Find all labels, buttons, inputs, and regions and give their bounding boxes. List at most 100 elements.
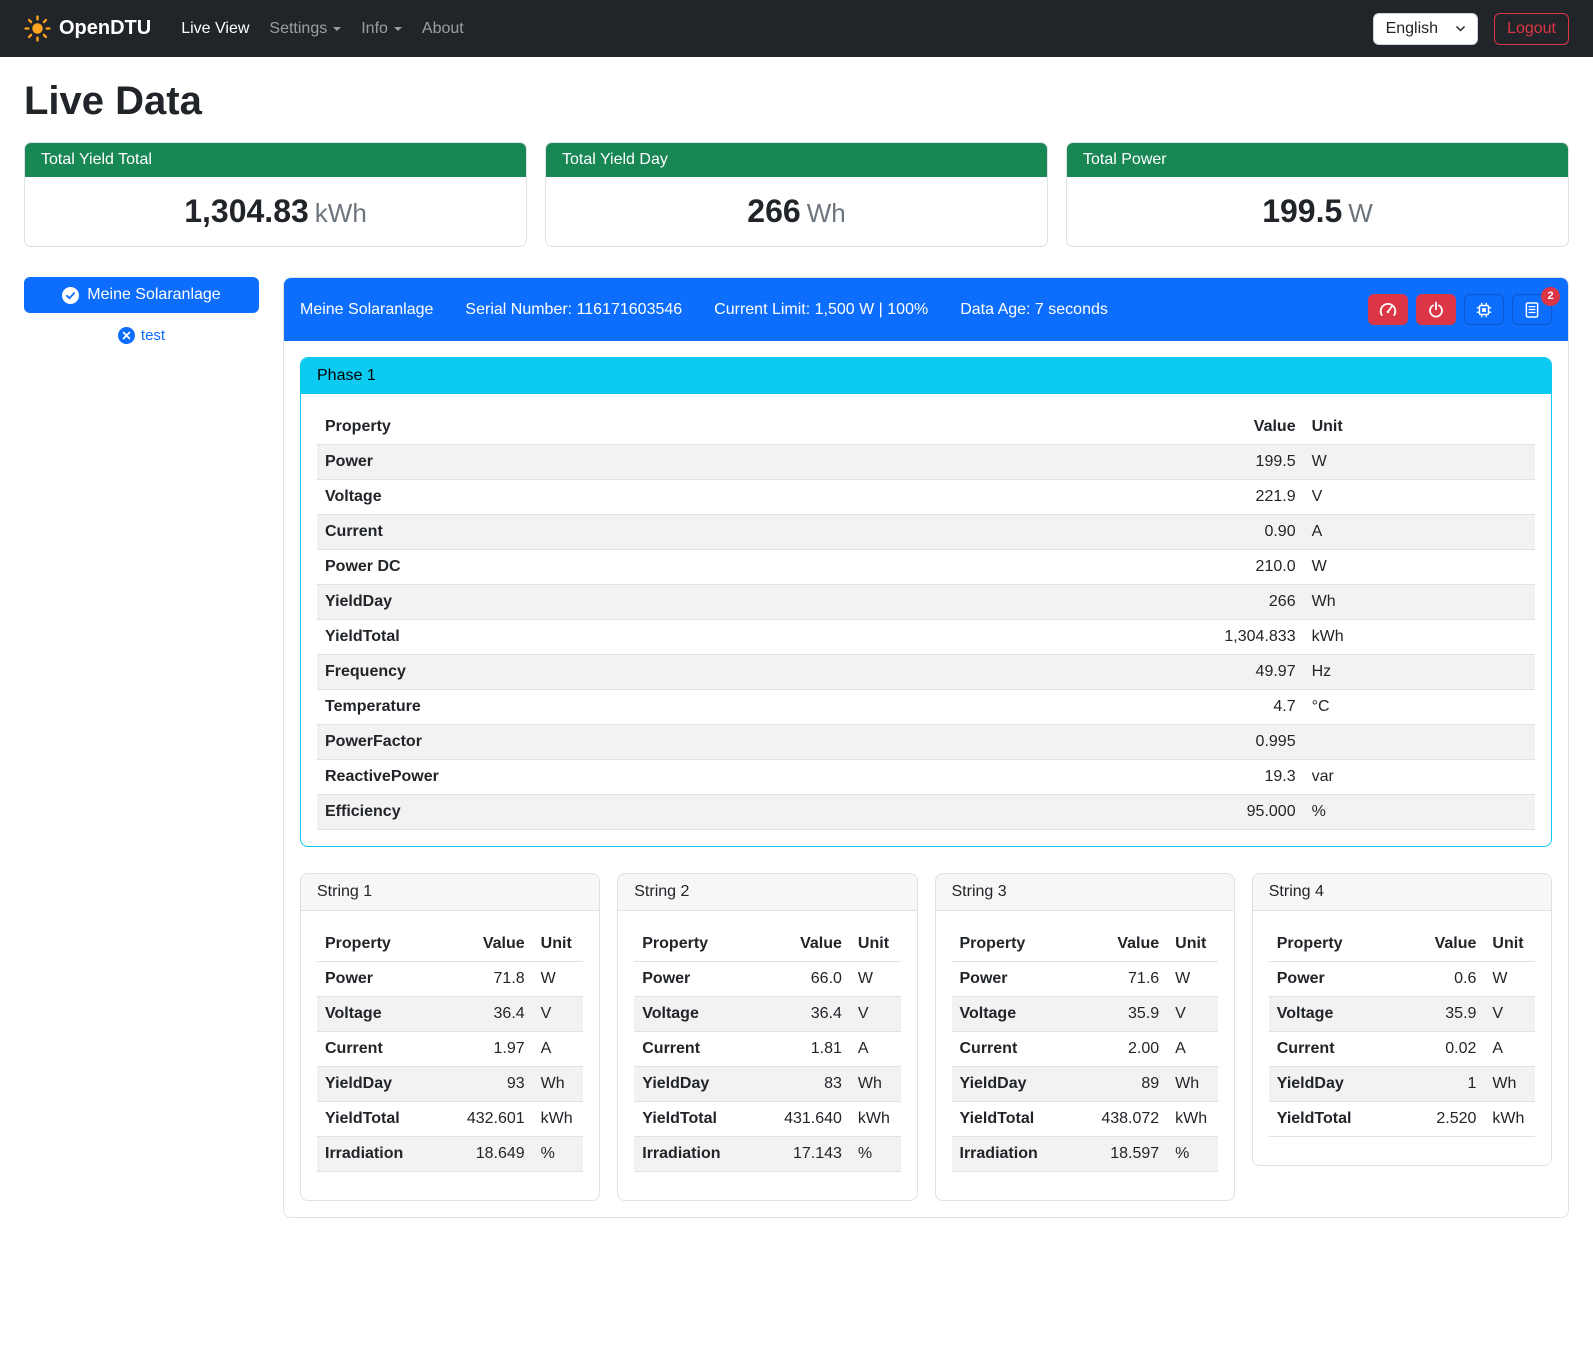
table-row: Voltage36.4V bbox=[317, 997, 583, 1032]
page-container: Live Data Total Yield Total 1,304.83kWh … bbox=[0, 79, 1593, 1218]
summary-card-total-yield-day: Total Yield Day 266Wh bbox=[545, 142, 1048, 247]
summary-card-title: Total Yield Total bbox=[25, 143, 526, 177]
unit-cell: W bbox=[1304, 445, 1535, 480]
string-table: PropertyValueUnitPower71.8WVoltage36.4VC… bbox=[317, 927, 583, 1172]
table-row: Irradiation18.597% bbox=[952, 1137, 1218, 1172]
check-circle-icon bbox=[62, 287, 79, 304]
summary-value: 1,304.83 bbox=[184, 193, 309, 229]
unit-cell: A bbox=[1484, 1032, 1535, 1067]
property-cell: Frequency bbox=[317, 655, 907, 690]
property-cell: Voltage bbox=[952, 997, 1073, 1032]
summary-card-total-power: Total Power 199.5W bbox=[1066, 142, 1569, 247]
table-row: Power71.8W bbox=[317, 962, 583, 997]
string-card-header: String 1 bbox=[301, 874, 599, 911]
property-cell: Power bbox=[1269, 962, 1401, 997]
unit-cell: V bbox=[850, 997, 901, 1032]
nav-item-live-view[interactable]: Live View bbox=[171, 12, 259, 46]
property-cell: YieldDay bbox=[634, 1067, 755, 1102]
unit-cell: kWh bbox=[1167, 1102, 1218, 1137]
chevron-down-icon bbox=[333, 27, 341, 31]
table-row: Irradiation17.143% bbox=[634, 1137, 900, 1172]
property-cell: PowerFactor bbox=[317, 725, 907, 760]
cpu-icon bbox=[1475, 301, 1493, 319]
value-cell: 1 bbox=[1400, 1067, 1484, 1102]
unit-cell: Wh bbox=[1304, 585, 1535, 620]
language-select[interactable]: English bbox=[1373, 13, 1478, 45]
device-info-button[interactable] bbox=[1464, 294, 1504, 325]
limit-settings-button[interactable] bbox=[1368, 294, 1408, 325]
unit-cell bbox=[1304, 725, 1535, 760]
phase-card-body: Property Value Unit Power199.5WVoltage22… bbox=[301, 394, 1551, 846]
string-card-body: PropertyValueUnitPower71.6WVoltage35.9VC… bbox=[936, 911, 1234, 1200]
table-row: PowerFactor0.995 bbox=[317, 725, 1535, 760]
nav-item-settings[interactable]: Settings bbox=[259, 12, 351, 46]
table-row: Power199.5W bbox=[317, 445, 1535, 480]
journal-icon bbox=[1523, 301, 1541, 319]
unit-cell: kWh bbox=[533, 1102, 584, 1137]
unit-cell: Wh bbox=[533, 1067, 584, 1102]
value-cell: 95.000 bbox=[907, 795, 1303, 830]
column-header-property: Property bbox=[952, 927, 1073, 962]
summary-card-value: 1,304.83kWh bbox=[25, 177, 526, 246]
table-header-row: PropertyValueUnit bbox=[952, 927, 1218, 962]
power-control-button[interactable] bbox=[1416, 294, 1456, 325]
table-row: Current2.00A bbox=[952, 1032, 1218, 1067]
string-card: String 3PropertyValueUnitPower71.6WVolta… bbox=[935, 873, 1235, 1201]
table-row: Power71.6W bbox=[952, 962, 1218, 997]
column-header-property: Property bbox=[317, 927, 438, 962]
column-header-unit: Unit bbox=[1484, 927, 1535, 962]
value-cell: 199.5 bbox=[907, 445, 1303, 480]
nav-item-about[interactable]: About bbox=[412, 12, 474, 46]
phase-table-body: Power199.5WVoltage221.9VCurrent0.90APowe… bbox=[317, 445, 1535, 830]
value-cell: 49.97 bbox=[907, 655, 1303, 690]
nav-item-info[interactable]: Info bbox=[351, 12, 412, 46]
table-row: YieldDay83Wh bbox=[634, 1067, 900, 1102]
page-title: Live Data bbox=[24, 79, 1569, 124]
table-row: Power0.6W bbox=[1269, 962, 1535, 997]
navbar: OpenDTU Live View Settings Info About En… bbox=[0, 0, 1593, 57]
inverter-limit: Current Limit: 1,500 W | 100% bbox=[714, 301, 928, 319]
table-row: YieldDay266Wh bbox=[317, 585, 1535, 620]
table-row: YieldTotal2.520kWh bbox=[1269, 1102, 1535, 1137]
value-cell: 35.9 bbox=[1072, 997, 1167, 1032]
string-card-body: PropertyValueUnitPower71.8WVoltage36.4VC… bbox=[301, 911, 599, 1200]
chevron-down-icon bbox=[394, 27, 402, 31]
value-cell: 2.00 bbox=[1072, 1032, 1167, 1067]
property-cell: Current bbox=[634, 1032, 755, 1067]
column-header-unit: Unit bbox=[1167, 927, 1218, 962]
string-card: String 2PropertyValueUnitPower66.0WVolta… bbox=[617, 873, 917, 1201]
column-header-unit: Unit bbox=[1304, 410, 1535, 445]
column-header-property: Property bbox=[634, 927, 755, 962]
phase-table: Property Value Unit Power199.5WVoltage22… bbox=[317, 410, 1535, 830]
brand-link[interactable]: OpenDTU bbox=[24, 15, 151, 42]
unit-cell: A bbox=[533, 1032, 584, 1067]
summary-card-title: Total Power bbox=[1067, 143, 1568, 177]
inverter-item-label: test bbox=[141, 327, 165, 344]
logout-button[interactable]: Logout bbox=[1494, 13, 1569, 45]
inverter-item-test[interactable]: test bbox=[24, 327, 259, 344]
property-cell: ReactivePower bbox=[317, 760, 907, 795]
unit-cell: kWh bbox=[1484, 1102, 1535, 1137]
table-row: Efficiency95.000% bbox=[317, 795, 1535, 830]
value-cell: 2.520 bbox=[1400, 1102, 1484, 1137]
unit-cell: W bbox=[1167, 962, 1218, 997]
property-cell: YieldDay bbox=[1269, 1067, 1401, 1102]
column-header-property: Property bbox=[317, 410, 907, 445]
unit-cell: Wh bbox=[850, 1067, 901, 1102]
nav-item-label: About bbox=[422, 20, 464, 38]
event-log-button[interactable]: 2 bbox=[1512, 294, 1552, 325]
table-row: YieldTotal431.640kWh bbox=[634, 1102, 900, 1137]
property-cell: Power bbox=[952, 962, 1073, 997]
string-table: PropertyValueUnitPower71.6WVoltage35.9VC… bbox=[952, 927, 1218, 1172]
unit-cell: kWh bbox=[1304, 620, 1535, 655]
sun-icon bbox=[24, 15, 51, 42]
summary-unit: kWh bbox=[315, 198, 367, 228]
column-header-unit: Unit bbox=[533, 927, 584, 962]
property-cell: Power bbox=[317, 445, 907, 480]
string-table: PropertyValueUnitPower66.0WVoltage36.4VC… bbox=[634, 927, 900, 1172]
unit-cell: A bbox=[1167, 1032, 1218, 1067]
summary-card-total-yield-total: Total Yield Total 1,304.83kWh bbox=[24, 142, 527, 247]
inverter-select-button[interactable]: Meine Solaranlage bbox=[24, 277, 259, 313]
property-cell: YieldDay bbox=[317, 1067, 438, 1102]
string-table-body: Power71.6WVoltage35.9VCurrent2.00AYieldD… bbox=[952, 962, 1218, 1172]
